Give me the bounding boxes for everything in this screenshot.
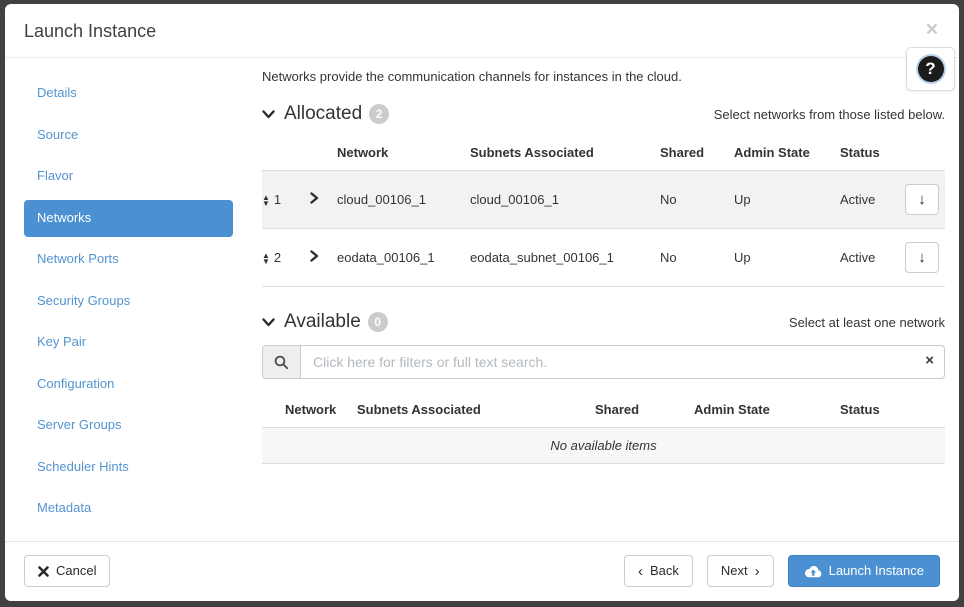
sidebar-item-key-pair[interactable]: Key Pair: [24, 324, 233, 361]
allocated-count-badge: 2: [369, 104, 389, 124]
chevron-right-icon: ›: [755, 564, 760, 579]
modal-header: Launch Instance ×: [5, 4, 959, 58]
question-icon: ?: [918, 56, 944, 82]
header-admin-state: Admin State: [694, 394, 840, 428]
allocated-table: Network Subnets Associated Shared Admin …: [262, 138, 945, 287]
close-icon[interactable]: ×: [926, 19, 938, 40]
allocated-row-2: ▲ ▼ 2 eodata_00106_1 eodata_subnet_00106…: [262, 229, 945, 287]
sidebar-item-configuration[interactable]: Configuration: [24, 366, 233, 403]
available-header-row: Network Subnets Associated Shared Admin …: [262, 394, 945, 428]
sidebar-item-networks[interactable]: Networks: [24, 200, 233, 237]
cell-admin-state: Up: [734, 229, 840, 287]
header-admin-state: Admin State: [734, 138, 840, 171]
available-title: Available: [284, 311, 361, 333]
available-section-header: Available 0 Select at least one network: [262, 311, 945, 333]
header-status: Status: [840, 138, 905, 171]
allocated-collapse-toggle[interactable]: Allocated: [262, 103, 362, 125]
header-expand: [310, 138, 337, 171]
available-count-badge: 0: [368, 312, 388, 332]
x-icon: [38, 566, 49, 577]
deallocate-button[interactable]: ↓: [905, 242, 939, 273]
allocated-hint: Select networks from those listed below.: [714, 107, 945, 122]
header-shared: Shared: [595, 394, 694, 428]
cell-network: eodata_00106_1: [337, 229, 470, 287]
available-table: Network Subnets Associated Shared Admin …: [262, 394, 945, 464]
cell-status: Active: [840, 229, 905, 287]
cloud-upload-icon: [804, 565, 822, 578]
available-collapse-toggle[interactable]: Available: [262, 311, 361, 333]
header-subnets: Subnets Associated: [357, 394, 595, 428]
header-network: Network: [337, 138, 470, 171]
empty-row: No available items: [262, 428, 945, 464]
header-actions: [905, 138, 945, 171]
help-button[interactable]: ?: [906, 47, 955, 91]
sidebar-item-server-groups[interactable]: Server Groups: [24, 407, 233, 444]
modal-footer: Cancel ‹ Back Next › Launch Instance: [5, 541, 959, 601]
allocated-row-1: ▲ ▼ 1 cloud_00106_1 cloud_00106_1 No: [262, 171, 945, 229]
sidebar-item-metadata[interactable]: Metadata: [24, 490, 233, 527]
dialog-body: Details Source Flavor Networks Network P…: [5, 58, 959, 541]
cell-subnets: eodata_subnet_00106_1: [470, 229, 660, 287]
sidebar-item-source[interactable]: Source: [24, 117, 233, 154]
sidebar-item-details[interactable]: Details: [24, 75, 233, 112]
sidebar-item-flavor[interactable]: Flavor: [24, 158, 233, 195]
next-button[interactable]: Next ›: [707, 555, 774, 587]
chevron-down-icon: [262, 110, 275, 119]
cell-status: Active: [840, 171, 905, 229]
drag-handle-icon[interactable]: ▲ ▼: [262, 253, 270, 265]
chevron-down-icon: [262, 318, 275, 327]
chevron-right-icon[interactable]: [310, 250, 319, 262]
cell-subnets: cloud_00106_1: [470, 171, 660, 229]
step-description: Networks provide the communication chann…: [262, 69, 945, 84]
search-icon: [262, 345, 300, 379]
launch-instance-button[interactable]: Launch Instance: [788, 555, 940, 587]
deallocate-button[interactable]: ↓: [905, 184, 939, 215]
sidebar-item-scheduler-hints[interactable]: Scheduler Hints: [24, 449, 233, 486]
header-shared: Shared: [660, 138, 734, 171]
available-hint: Select at least one network: [789, 315, 945, 330]
row-index: 2: [274, 250, 281, 265]
wizard-sidebar: Details Source Flavor Networks Network P…: [5, 58, 262, 541]
cell-admin-state: Up: [734, 171, 840, 229]
filter-search-bar: ×: [262, 345, 945, 379]
header-drag: [262, 138, 310, 171]
launch-instance-modal: Launch Instance × ? Details Source Flavo…: [5, 4, 959, 601]
header-network: Network: [262, 394, 357, 428]
drag-handle-icon[interactable]: ▲ ▼: [262, 195, 270, 207]
header-status: Status: [840, 394, 945, 428]
row-index: 1: [274, 192, 281, 207]
sidebar-item-security-groups[interactable]: Security Groups: [24, 283, 233, 320]
chevron-left-icon: ‹: [638, 564, 643, 579]
modal-title: Launch Instance: [24, 21, 156, 41]
clear-search-icon[interactable]: ×: [925, 353, 934, 368]
header-subnets: Subnets Associated: [470, 138, 660, 171]
sidebar-item-network-ports[interactable]: Network Ports: [24, 241, 233, 278]
arrow-down-icon: ↓: [918, 191, 926, 208]
cell-shared: No: [660, 171, 734, 229]
empty-message: No available items: [262, 428, 945, 464]
search-input[interactable]: [300, 345, 945, 379]
allocated-title: Allocated: [284, 103, 362, 125]
cell-network: cloud_00106_1: [337, 171, 470, 229]
chevron-right-icon[interactable]: [310, 192, 319, 204]
cancel-button[interactable]: Cancel: [24, 555, 110, 587]
back-button[interactable]: ‹ Back: [624, 555, 693, 587]
arrow-down-icon: ↓: [918, 249, 926, 266]
networks-step-content: Networks provide the communication chann…: [262, 58, 959, 541]
allocated-section-header: Allocated 2 Select networks from those l…: [262, 103, 945, 125]
cell-shared: No: [660, 229, 734, 287]
allocated-header-row: Network Subnets Associated Shared Admin …: [262, 138, 945, 171]
